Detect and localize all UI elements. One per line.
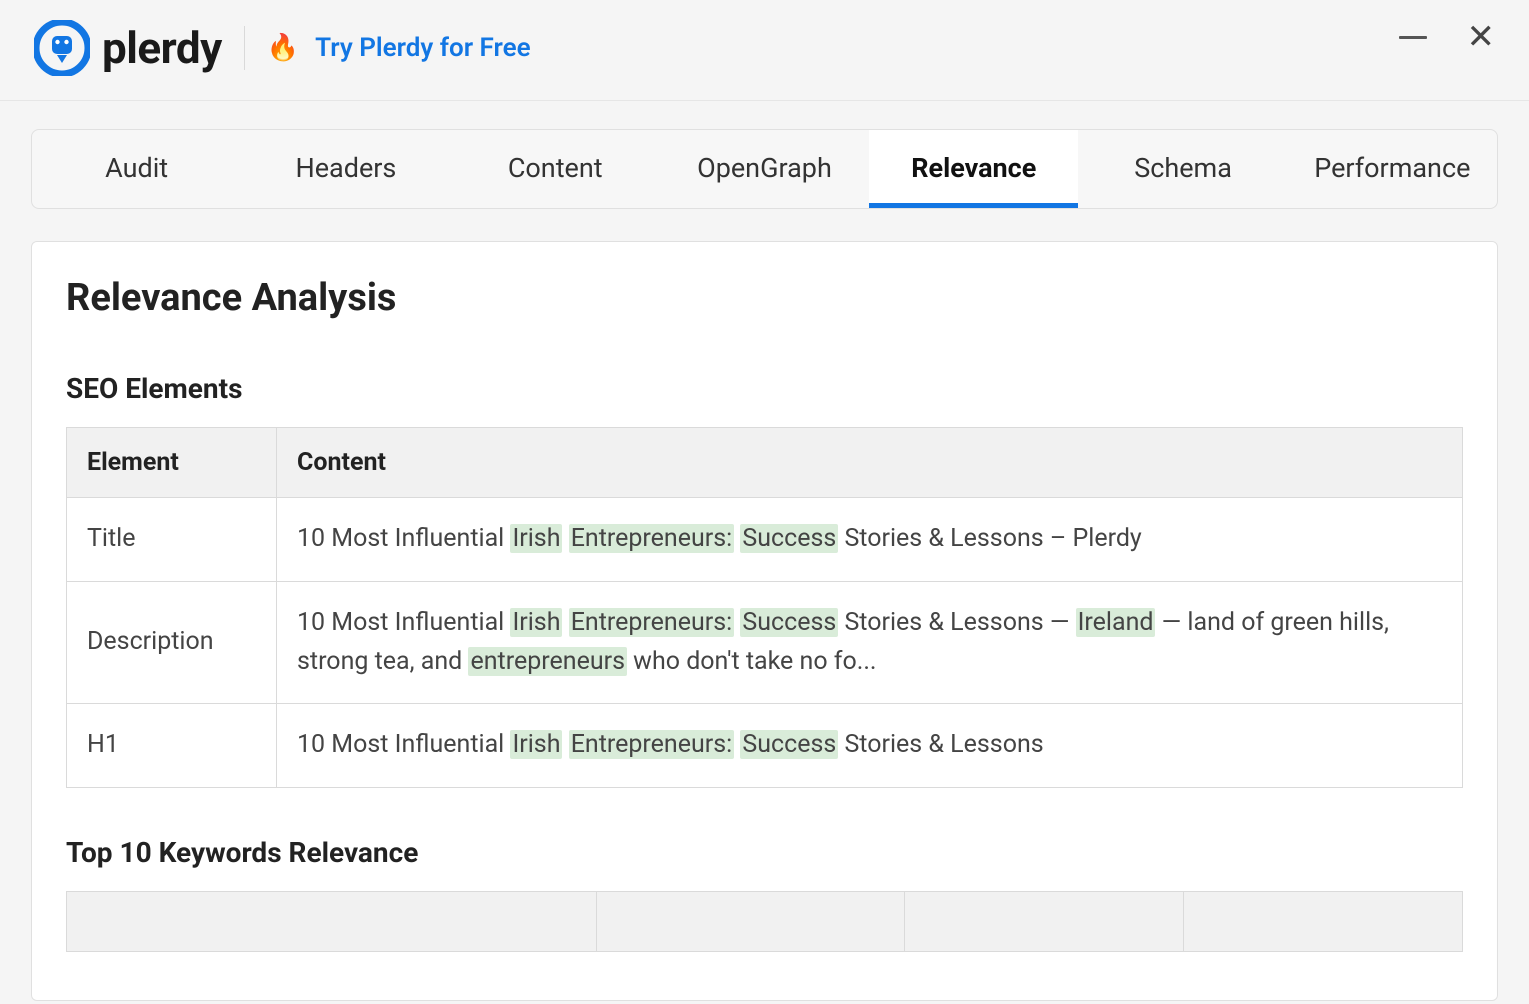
main-panel[interactable]: Relevance Analysis SEO Elements Element … [31,241,1498,1001]
highlighted-keyword: Irish [510,730,562,759]
text-segment: 10 Most Influential [297,730,510,759]
brand-logo: plerdy [34,20,222,76]
text-segment: Stories & Lessons — [838,608,1075,637]
tab-audit[interactable]: Audit [32,130,241,208]
spacer [66,952,1463,1001]
divider [244,26,245,70]
kw-col-3 [904,892,1183,952]
tab-label: Headers [295,152,396,184]
text-segment [562,524,568,553]
page-title: Relevance Analysis [66,276,1463,320]
table-row: H110 Most Influential Irish Entrepreneur… [67,704,1463,788]
seo-element-name: Description [67,581,277,704]
tab-opengraph[interactable]: OpenGraph [660,130,869,208]
tab-content[interactable]: Content [451,130,660,208]
brand-name: plerdy [102,22,222,74]
text-segment: 10 Most Influential [297,524,510,553]
highlighted-keyword: Success [740,608,838,637]
table-row: Title10 Most Influential Irish Entrepren… [67,498,1463,582]
text-segment: Stories & Lessons [838,730,1043,759]
seo-element-content: 10 Most Influential Irish Entrepreneurs:… [277,498,1463,582]
tab-label: Schema [1134,152,1232,184]
highlighted-keyword: Irish [510,524,562,553]
tab-bar: Audit Headers Content OpenGraph Relevance Sch… [31,129,1498,209]
tab-label: Relevance [911,152,1036,184]
close-button[interactable]: ✕ [1467,20,1496,54]
text-segment: who don't take no fo... [627,647,877,676]
plerdy-logo-icon [34,20,90,76]
try-free-link[interactable]: Try Plerdy for Free [315,33,530,63]
highlighted-keyword: Success [740,524,838,553]
seo-col-element: Element [67,428,277,498]
text-segment: Stories & Lessons – Plerdy [838,524,1141,553]
tab-label: Content [508,152,603,184]
highlighted-keyword: Success [740,730,838,759]
kw-col-1 [67,892,597,952]
tab-performance[interactable]: Performance [1288,130,1497,208]
keywords-table [66,891,1463,952]
fire-icon: 🔥 [267,35,299,61]
tab-headers[interactable]: Headers [241,130,450,208]
highlighted-keyword: Entrepreneurs: [569,730,735,759]
seo-elements-heading: SEO Elements [66,372,1463,405]
kw-col-2 [597,892,904,952]
kw-col-4 [1183,892,1462,952]
highlighted-keyword: Irish [510,608,562,637]
table-row: Description10 Most Influential Irish Ent… [67,581,1463,704]
seo-elements-table: Element Content Title10 Most Influential… [66,427,1463,788]
keywords-heading: Top 10 Keywords Relevance [66,836,1463,869]
highlighted-keyword: Entrepreneurs: [569,524,735,553]
tab-label: OpenGraph [697,152,832,184]
seo-element-content: 10 Most Influential Irish Entrepreneurs:… [277,581,1463,704]
tab-label: Performance [1314,152,1470,184]
topbar: plerdy 🔥 Try Plerdy for Free ✕ [0,0,1529,101]
window-controls: ✕ [1399,20,1496,54]
highlighted-keyword: Ireland [1076,608,1156,637]
tab-relevance[interactable]: Relevance [869,130,1078,208]
seo-element-content: 10 Most Influential Irish Entrepreneurs:… [277,704,1463,788]
text-segment [562,730,568,759]
minimize-button[interactable] [1399,36,1427,39]
seo-element-name: H1 [67,704,277,788]
text-segment [562,608,568,637]
seo-col-content: Content [277,428,1463,498]
highlighted-keyword: Entrepreneurs: [569,608,735,637]
tab-schema[interactable]: Schema [1078,130,1287,208]
highlighted-keyword: entrepreneurs [468,647,627,676]
seo-element-name: Title [67,498,277,582]
tab-label: Audit [105,152,168,184]
text-segment: 10 Most Influential [297,608,510,637]
